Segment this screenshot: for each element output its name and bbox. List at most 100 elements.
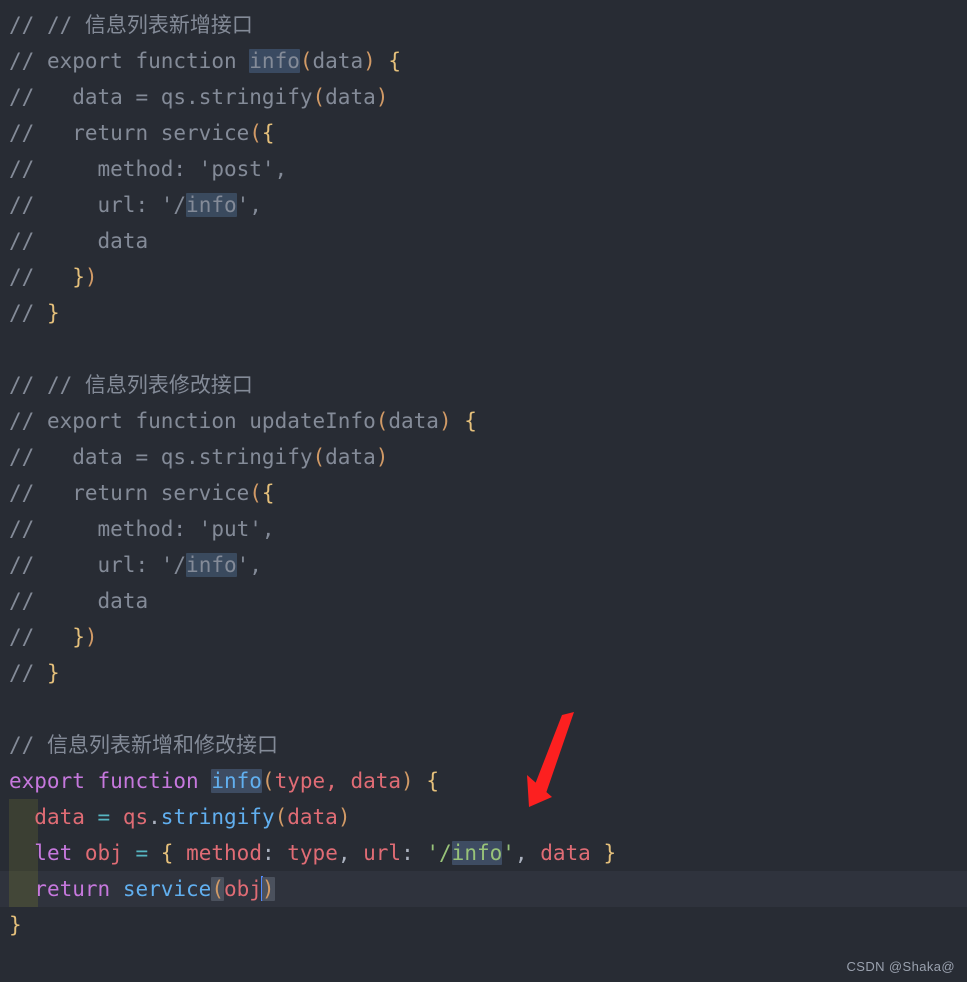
code-token-comment-marker: // xyxy=(9,121,35,145)
code-token-paren-close-matched: ) xyxy=(261,877,275,901)
code-token-quote: '/ xyxy=(426,841,452,865)
code-line[interactable]: // method: 'post', xyxy=(0,151,967,187)
code-token-identifier-data: data xyxy=(325,85,376,109)
code-token-comment-marker: // xyxy=(9,229,35,253)
code-token-comma: , xyxy=(325,769,351,793)
code-line[interactable]: // return service({ xyxy=(0,475,967,511)
code-token-comma: , xyxy=(261,517,275,541)
code-line[interactable]: // data xyxy=(0,583,967,619)
code-token-comment-marker: // xyxy=(9,373,35,397)
code-token-identifier-obj: obj xyxy=(223,877,262,901)
code-line[interactable]: // export function updateInfo(data) { xyxy=(0,403,967,439)
code-token-brace-open: { xyxy=(464,409,477,433)
code-line[interactable]: // }) xyxy=(0,619,967,655)
code-token-paren-close: ) xyxy=(84,625,98,649)
code-token-keyword-function: function xyxy=(97,769,199,793)
code-token-paren-close: ) xyxy=(438,409,452,433)
code-line[interactable]: // data = qs.stringify(data) xyxy=(0,439,967,475)
code-token-keyword-return: return xyxy=(72,481,149,505)
code-token-comment-marker: // xyxy=(9,49,35,73)
code-lines-container[interactable]: // // 信息列表新增接口 // export function info(d… xyxy=(0,7,967,943)
code-line[interactable]: // } xyxy=(0,295,967,331)
code-token-comma: , xyxy=(337,841,364,865)
code-token-identifier-stringify: stringify xyxy=(160,805,275,829)
code-token-brace-close: } xyxy=(46,661,60,685)
code-line[interactable]: // }) xyxy=(0,259,967,295)
code-token-identifier-info: info xyxy=(186,553,237,577)
code-token-comment-marker-inner: // xyxy=(46,373,73,397)
code-token-comment-marker: // xyxy=(9,409,35,433)
code-token-identifier-obj: obj xyxy=(84,841,123,865)
code-token-identifier-data: data xyxy=(72,445,123,469)
code-token-quote: ' xyxy=(502,841,515,865)
code-line[interactable]: // method: 'put', xyxy=(0,511,967,547)
code-token-identifier-data: data xyxy=(72,85,123,109)
code-token-identifier-info: info xyxy=(451,841,503,865)
code-token-assign: = xyxy=(122,85,161,109)
code-token-identifier-qs: qs xyxy=(160,445,187,469)
code-line[interactable]: // url: '/info', xyxy=(0,547,967,583)
code-token-comment-marker: // xyxy=(9,85,35,109)
code-token-identifier-info: info xyxy=(186,193,237,217)
code-token-paren-close: ) xyxy=(401,769,414,793)
code-token-comment-marker: // xyxy=(9,661,35,685)
code-token-empty xyxy=(9,337,22,361)
watermark-text: CSDN @Shaka@ xyxy=(846,959,955,974)
code-token-dot: . xyxy=(186,445,199,469)
code-line[interactable]: // 信息列表新增和修改接口 xyxy=(0,727,967,763)
code-token-colon: : xyxy=(261,841,288,865)
code-token-paren-close: ) xyxy=(375,445,389,469)
code-token-keyword-export: export xyxy=(46,49,123,73)
code-token-comment-marker: // xyxy=(9,193,35,217)
code-token-brace-close: } xyxy=(46,301,60,325)
code-token-assign-operator: = xyxy=(97,805,111,829)
code-line[interactable]: data = qs.stringify(data) xyxy=(0,799,967,835)
code-line[interactable]: // data = qs.stringify(data) xyxy=(0,79,967,115)
code-token-brace-close: } xyxy=(9,913,22,937)
code-line[interactable]: // // 信息列表修改接口 xyxy=(0,367,967,403)
code-line[interactable]: let obj = { method: type, url: '/info', … xyxy=(0,835,967,871)
code-line[interactable]: // } xyxy=(0,655,967,691)
code-line-blank[interactable] xyxy=(0,691,967,727)
code-token-keyword-function: function xyxy=(135,49,237,73)
code-token-dot: . xyxy=(148,805,161,829)
code-token-identifier-service: service xyxy=(122,877,212,901)
code-token-indent xyxy=(34,517,97,541)
code-token-identifier-qs: qs xyxy=(160,85,187,109)
code-line[interactable]: // url: '/info', xyxy=(0,187,967,223)
code-token-identifier-data: data xyxy=(97,229,149,253)
code-line[interactable]: } xyxy=(0,907,967,943)
code-token-indent xyxy=(34,589,97,613)
code-token-paren-open: ( xyxy=(249,481,262,505)
code-line-blank[interactable] xyxy=(0,331,967,367)
code-editor-pane[interactable]: // // 信息列表新增接口 // export function info(d… xyxy=(0,0,967,982)
code-token-indent xyxy=(34,229,97,253)
code-line[interactable]: // data xyxy=(0,223,967,259)
code-token-identifier-data: data xyxy=(325,445,376,469)
code-token-brace-close: } xyxy=(603,841,617,865)
code-line[interactable]: // // 信息列表新增接口 xyxy=(0,7,967,43)
code-token-comment-text: 信息列表新增和修改接口 xyxy=(46,733,278,757)
code-token-comment-marker: // xyxy=(9,517,35,541)
code-token-paren-open: ( xyxy=(274,805,288,829)
code-token-value-type: type xyxy=(287,841,338,865)
code-line[interactable]: export function info(type, data) { xyxy=(0,763,967,799)
code-token-paren-open: ( xyxy=(299,49,313,73)
code-line[interactable]: // return service({ xyxy=(0,115,967,151)
code-token-identifier-data: data xyxy=(287,805,338,829)
code-line[interactable]: // export function info(data) { xyxy=(0,43,967,79)
code-line-current[interactable]: return service(obj) xyxy=(0,871,967,907)
